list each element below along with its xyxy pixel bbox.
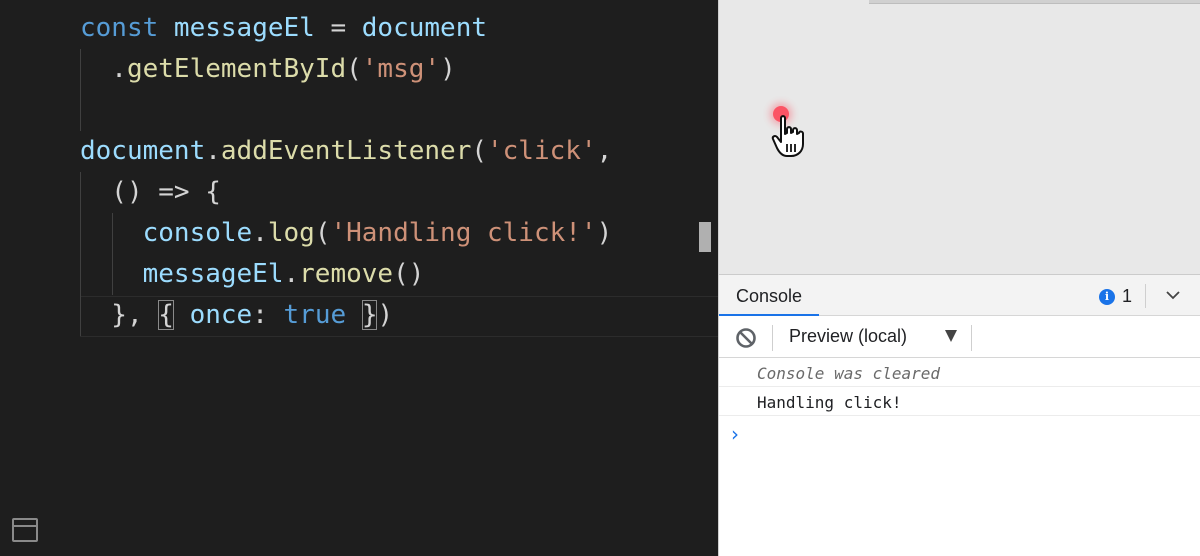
code-token: document [80,136,206,166]
code-line[interactable]: console.log('Handling click!') [80,213,613,254]
console-message: Handling click! [719,387,1200,416]
divider [772,325,773,351]
console-messages: Console was cleared Handling click! [719,358,1200,416]
code-line[interactable] [80,90,612,131]
editor-caret [699,222,711,252]
code-line[interactable]: document.addEventListener('click', [80,131,612,172]
code-token: once [189,300,253,330]
code-token: getElementById [126,54,347,84]
dropdown-arrow-icon[interactable] [945,330,957,342]
code-editor[interactable]: const messageEl = document .getElementBy… [0,0,718,556]
hand-pointer-icon [771,115,804,157]
code-token: 'Handling click!' [330,218,597,248]
code-token: { [158,300,174,330]
code-line[interactable]: .getElementById('msg') [80,49,612,90]
code-token: = [314,13,362,43]
code-token: log [267,218,315,248]
devtools-panel: Console i 1 Preview (local) Console was … [718,274,1200,556]
panel-layout-icon[interactable] [12,518,38,542]
context-selector[interactable]: Preview (local) [789,326,907,347]
code-line[interactable]: const messageEl = document [80,8,612,49]
divider [1145,284,1146,308]
code-token: true [283,300,347,330]
code-token: const [80,13,174,43]
code-token: . [252,218,268,248]
code-token: messageEl [173,13,315,43]
console-toolbar: Preview (local) [719,316,1200,358]
code-token: ( [314,218,331,248]
devtools-tabbar: Console i 1 [719,274,1200,317]
code-token: . [283,259,300,289]
code-line[interactable]: messageEl.remove() [80,254,612,295]
code-token: . [205,136,221,166]
code-token: 'click' [487,136,597,166]
code-token: . [80,54,127,84]
info-icon: i [1099,288,1115,305]
code-content[interactable]: const messageEl = document .getElementBy… [80,8,612,336]
code-token: }, [80,300,159,330]
code-token: remove [299,259,394,289]
tab-console-label: Console [736,286,803,306]
code-token: addEventListener [220,136,472,166]
console-prompt[interactable]: › [719,416,1200,450]
tab-console[interactable]: Console [719,275,819,317]
browser-preview[interactable] [718,0,1200,274]
issues-count: 1 [1122,286,1133,306]
code-token: () [393,259,425,289]
code-line[interactable]: }, { once: true }) [80,295,612,336]
code-token: document [361,13,488,43]
address-bar-edge [869,0,1200,4]
code-token: ( [346,54,362,84]
chevron-down-icon[interactable] [1164,286,1182,304]
code-token: ( [471,136,487,166]
divider [971,325,972,351]
code-token: , [596,136,613,166]
console-message: Console was cleared [719,358,1200,387]
code-token: : [252,300,284,330]
code-token: ) [440,54,456,84]
block-icon[interactable] [735,327,757,349]
code-token: ) [596,218,613,248]
code-token: } [361,300,378,330]
issues-counter[interactable]: i 1 [1099,286,1132,307]
code-token: messageEl [80,259,284,289]
code-token: 'msg' [361,54,441,84]
code-line[interactable]: () => { [80,172,612,213]
prompt-chevron-icon: › [731,422,739,446]
code-token: () => { [80,177,221,207]
code-token: ) [377,300,394,330]
code-token: console [80,218,253,248]
